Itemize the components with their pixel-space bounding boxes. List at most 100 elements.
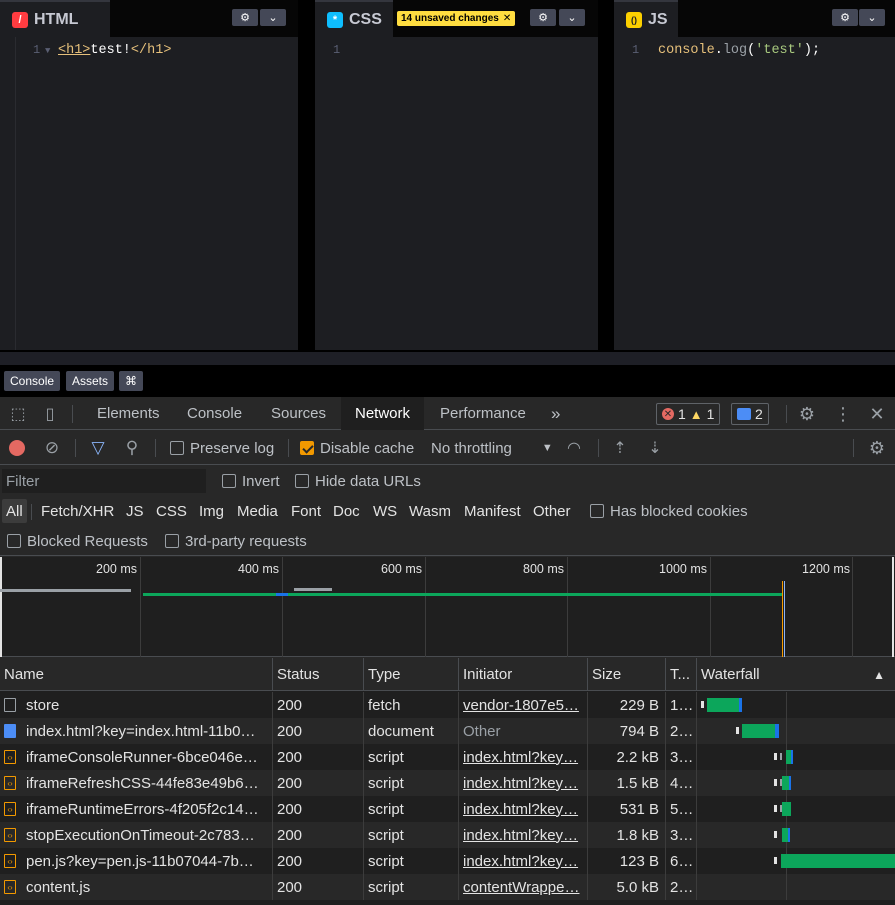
table-row[interactable]: ‹› pen.js?key=pen.js-11b07044-7b… 200 scrip… (0, 848, 895, 874)
table-row[interactable]: ‹› iframeRefreshCSS-44fe83e49b6… 200 script… (0, 770, 895, 796)
preserve-log-checkbox[interactable]: Preserve log (170, 431, 274, 465)
css-pane-tab[interactable]: * CSS (315, 0, 393, 37)
invert-checkbox[interactable]: Invert (222, 466, 280, 496)
network-overview-timeline[interactable]: 200 ms 400 ms 600 ms 800 ms 1000 ms 1200… (0, 557, 895, 657)
filter-input[interactable]: Filter (2, 469, 206, 493)
type-filter-media[interactable]: Media (237, 499, 278, 523)
checkbox-icon (170, 441, 184, 455)
unsaved-changes-badge[interactable]: 14 unsaved changes ✕ (397, 11, 516, 26)
tab-sources[interactable]: Sources (271, 397, 326, 430)
request-name-cell[interactable]: ‹› iframeRefreshCSS-44fe83e49b6… (0, 770, 273, 796)
filter-icon[interactable]: ▽ (88, 438, 108, 458)
type-filter-wasm[interactable]: Wasm (409, 499, 451, 523)
js-settings-button[interactable]: ⚙ (832, 9, 858, 26)
request-initiator-cell[interactable]: index.html?key… (459, 744, 588, 770)
html-pane-title: HTML (34, 10, 79, 28)
hide-data-urls-checkbox[interactable]: Hide data URLs (295, 466, 421, 496)
table-row[interactable]: ‹› iframeConsoleRunner-6bce046e… 200 script… (0, 744, 895, 770)
tab-elements[interactable]: Elements (97, 397, 160, 430)
request-name-cell[interactable]: store (0, 692, 273, 718)
request-initiator-cell[interactable]: index.html?key… (459, 796, 588, 822)
type-filter-fetch-xhr[interactable]: Fetch/XHR (41, 499, 114, 523)
request-status-cell: 200 (273, 744, 364, 770)
type-filter-css[interactable]: CSS (156, 499, 187, 523)
issues-counter[interactable]: ✕ 1 ▲ 1 (656, 403, 721, 425)
tab-performance[interactable]: Performance (440, 397, 526, 430)
html-code-line[interactable]: <h1>test!</h1> (58, 43, 171, 58)
fold-arrow-icon[interactable]: ▼ (45, 46, 50, 56)
css-settings-button[interactable]: ⚙ (530, 9, 556, 26)
requests-table: Name Status Type Initiator Size T... Wat… (0, 658, 895, 905)
request-name-cell[interactable]: ‹› iframeConsoleRunner-6bce046e… (0, 744, 273, 770)
request-time-cell: 4… (666, 770, 697, 796)
type-filter-other[interactable]: Other (533, 499, 571, 523)
column-header-type[interactable]: Type (364, 658, 459, 691)
type-filter-js[interactable]: JS (126, 499, 144, 523)
table-row[interactable]: store 200 fetch vendor-1807e5… 229 B 1… (0, 692, 895, 718)
type-filter-ws[interactable]: WS (373, 499, 397, 523)
request-initiator-cell[interactable]: index.html?key… (459, 770, 588, 796)
settings-gear-icon[interactable]: ⚙ (796, 404, 818, 424)
js-code-line[interactable]: console.log('test'); (658, 43, 820, 58)
checkbox-icon (222, 474, 236, 488)
close-icon[interactable]: ✕ (503, 13, 511, 24)
type-filter-all[interactable]: All (2, 499, 27, 523)
request-initiator-cell[interactable]: index.html?key… (459, 848, 588, 874)
close-devtools-icon[interactable]: ✕ (867, 404, 887, 424)
import-har-icon[interactable]: ⇡ (610, 438, 630, 458)
search-icon[interactable]: ⚲ (122, 438, 142, 458)
html-settings-button[interactable]: ⚙ (232, 9, 258, 26)
throttling-select[interactable]: No throttling ▼ (431, 431, 553, 465)
more-options-icon[interactable]: ⋮ (833, 404, 853, 424)
js-pane-tab[interactable]: () JS (614, 0, 678, 37)
request-name-cell[interactable]: ‹› pen.js?key=pen.js-11b07044-7b… (0, 848, 273, 874)
dom-content-loaded-marker (782, 581, 783, 657)
console-button[interactable]: Console (4, 371, 61, 391)
messages-counter[interactable]: 2 (731, 403, 769, 425)
css-collapse-button[interactable]: ⌄ (559, 9, 585, 26)
js-dot: . (714, 43, 723, 58)
request-time-cell: 5… (666, 796, 697, 822)
table-row[interactable]: ‹› iframeRuntimeErrors-4f205f2c14… 200 scri… (0, 796, 895, 822)
column-header-size[interactable]: Size (588, 658, 666, 691)
record-icon[interactable] (9, 440, 25, 456)
request-initiator-cell[interactable]: vendor-1807e5… (459, 692, 588, 718)
network-conditions-icon[interactable]: ◠ (562, 438, 586, 458)
html-collapse-button[interactable]: ⌄ (260, 9, 286, 26)
table-row[interactable]: ‹› stopExecutionOnTimeout-2c783… 200 script… (0, 822, 895, 848)
assets-button[interactable]: Assets (66, 371, 115, 391)
has-blocked-cookies-checkbox[interactable]: Has blocked cookies (590, 496, 748, 526)
type-filter-font[interactable]: Font (291, 499, 321, 523)
clear-icon[interactable]: ⊘ (42, 438, 62, 458)
export-har-icon[interactable]: ⇣ (645, 438, 665, 458)
type-filter-doc[interactable]: Doc (333, 499, 360, 523)
js-collapse-button[interactable]: ⌄ (859, 9, 885, 26)
disable-cache-checkbox[interactable]: Disable cache (300, 431, 414, 465)
table-row[interactable]: ‹› content.js 200 script contentWrappe… 5.0 k… (0, 874, 895, 900)
column-header-status[interactable]: Status (273, 658, 364, 691)
blocked-requests-checkbox[interactable]: Blocked Requests (7, 526, 148, 556)
html-pane-tab[interactable]: / HTML (0, 0, 110, 37)
column-header-time[interactable]: T... (666, 658, 697, 691)
request-name-cell[interactable]: ‹› stopExecutionOnTimeout-2c783… (0, 822, 273, 848)
more-tabs-button[interactable]: » (551, 397, 560, 430)
column-header-initiator[interactable]: Initiator (459, 658, 588, 691)
table-row[interactable]: index.html?key=index.html-11b0… 200 docume… (0, 718, 895, 744)
column-header-waterfall[interactable]: Waterfall ▲ (697, 658, 895, 691)
request-name-cell[interactable]: index.html?key=index.html-11b0… (0, 718, 273, 744)
network-settings-gear-icon[interactable]: ⚙ (866, 438, 888, 458)
request-initiator-cell[interactable]: contentWrappe… (459, 874, 588, 900)
inspect-element-icon[interactable]: ⬚ (8, 405, 28, 423)
third-party-checkbox[interactable]: 3rd-party requests (165, 526, 307, 556)
type-filter-manifest[interactable]: Manifest (464, 499, 521, 523)
request-name-cell[interactable]: ‹› iframeRuntimeErrors-4f205f2c14… (0, 796, 273, 822)
type-filter-img[interactable]: Img (199, 499, 224, 523)
tab-network[interactable]: Network (341, 397, 425, 430)
device-toolbar-icon[interactable]: ▯ (40, 405, 60, 423)
request-initiator-cell[interactable]: index.html?key… (459, 822, 588, 848)
request-name-cell[interactable]: ‹› content.js (0, 874, 273, 900)
tab-console[interactable]: Console (187, 397, 242, 430)
column-header-name[interactable]: Name (0, 658, 273, 691)
shortcuts-button[interactable]: ⌘ (119, 371, 143, 391)
waterfall-bar (780, 753, 782, 760)
